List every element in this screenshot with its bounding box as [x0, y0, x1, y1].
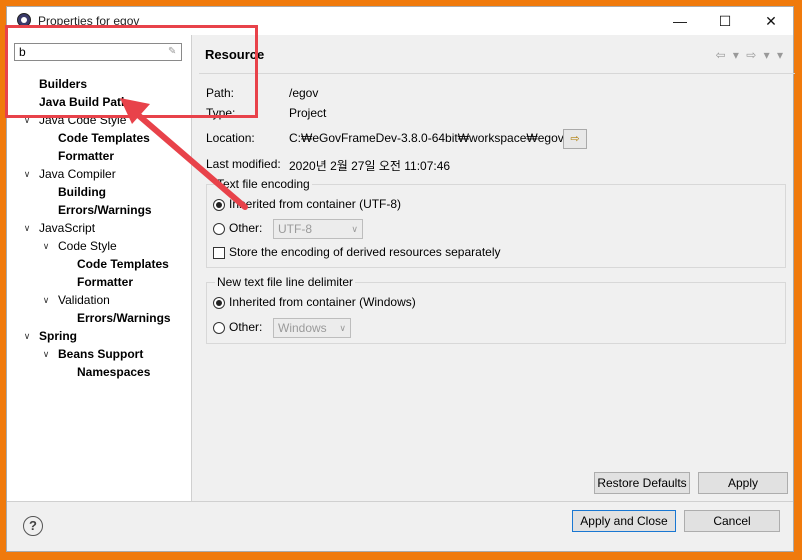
annotation-arrow-icon: [120, 98, 248, 210]
